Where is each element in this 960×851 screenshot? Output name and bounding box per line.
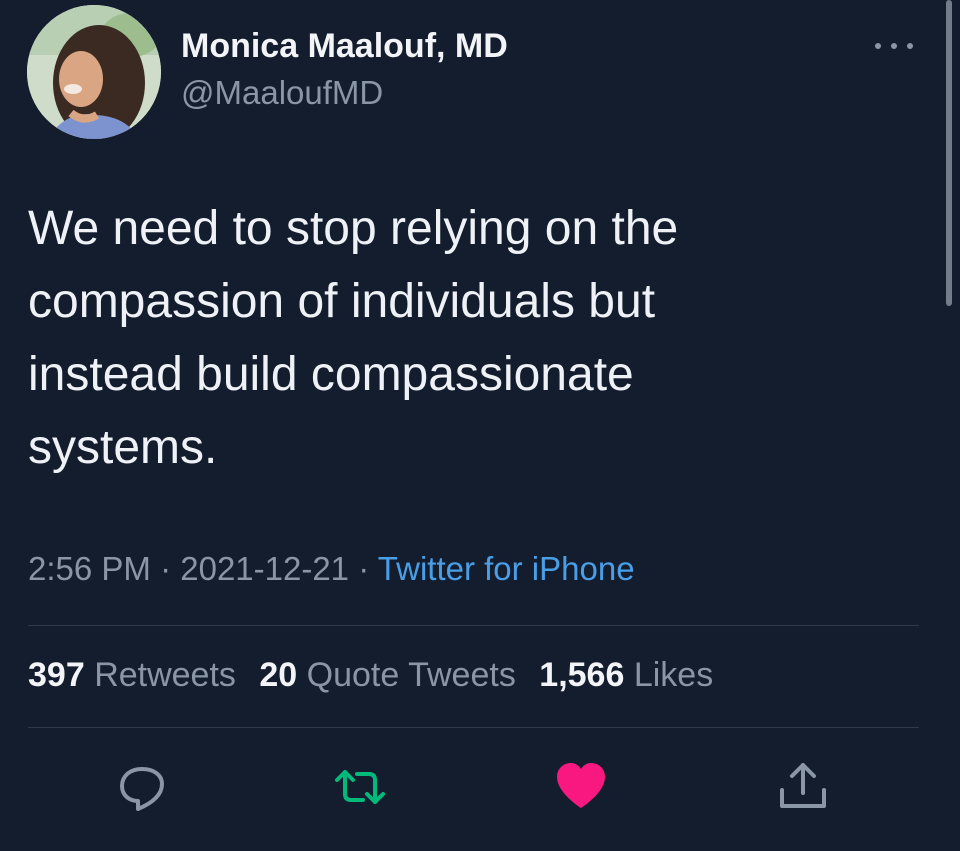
tweet-card: Monica Maalouf, MD @MaaloufMD We need to…: [0, 0, 960, 851]
more-dot: [891, 43, 897, 49]
tweet-text: We need to stop relying on the compassio…: [28, 192, 788, 484]
divider: [28, 625, 919, 626]
like-button[interactable]: [554, 760, 608, 814]
tweet-text-line: instead build compassionate: [28, 348, 634, 401]
quote-tweets-label: Quote Tweets: [306, 656, 516, 694]
tweet-text-line: compassion of individuals but: [28, 275, 656, 328]
meta-separator: ·: [349, 550, 378, 587]
quote-tweets-stat[interactable]: 20 Quote Tweets: [259, 656, 515, 694]
author-name[interactable]: Monica Maalouf, MD: [181, 27, 508, 66]
avatar[interactable]: [27, 5, 161, 139]
meta-separator: ·: [150, 550, 181, 587]
divider: [28, 727, 919, 728]
retweets-count: 397: [28, 656, 85, 694]
avatar-image: [27, 5, 161, 139]
reply-button[interactable]: [115, 760, 169, 814]
likes-label: Likes: [633, 656, 714, 694]
more-dot: [875, 43, 881, 49]
share-button[interactable]: [776, 760, 830, 814]
share-icon: [780, 763, 826, 808]
scrollbar-thumb[interactable]: [946, 0, 952, 306]
retweets-stat[interactable]: 397 Retweets: [28, 656, 236, 694]
retweet-button[interactable]: [333, 760, 387, 814]
author-handle[interactable]: @MaaloufMD: [181, 74, 383, 112]
tweet-text-line: We need to stop relying on the: [28, 202, 679, 255]
tweet-stats: 397 Retweets 20 Quote Tweets 1,566 Likes: [28, 656, 727, 695]
reply-icon: [120, 767, 164, 811]
tweet-time[interactable]: 2:56 PM: [28, 550, 151, 587]
more-options-button[interactable]: [872, 38, 916, 54]
retweets-label: Retweets: [94, 656, 236, 694]
likes-count: 1,566: [539, 656, 625, 694]
heart-icon: [557, 763, 605, 808]
tweet-metadata: 2:56 PM · 2021-12-21 · Twitter for iPhon…: [28, 550, 635, 588]
retweet-icon: [335, 770, 385, 804]
more-dot: [907, 43, 913, 49]
quote-tweets-count: 20: [259, 656, 298, 694]
tweet-date[interactable]: 2021-12-21: [180, 550, 349, 587]
likes-stat[interactable]: 1,566 Likes: [539, 656, 713, 694]
tweet-text-line: systems.: [28, 421, 218, 474]
tweet-source-link[interactable]: Twitter for iPhone: [378, 550, 635, 587]
